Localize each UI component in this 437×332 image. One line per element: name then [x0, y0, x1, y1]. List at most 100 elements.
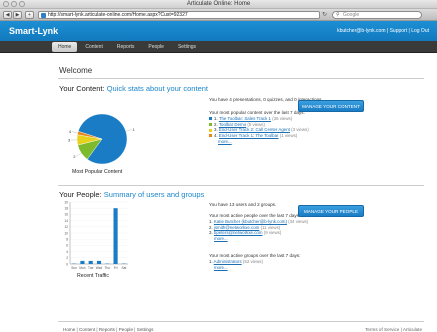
pie-leader-line [71, 131, 78, 134]
y-tick-label: 20 [64, 200, 68, 204]
person-link[interactable]: bpeters@networkxe.com [214, 230, 263, 235]
content-section-subtitle: Quick stats about your content [106, 84, 208, 93]
back-arrow-icon[interactable]: ◀ [3, 11, 12, 19]
content-link[interactable]: Toolbar Demo [219, 122, 246, 127]
support-link[interactable]: Support [390, 28, 408, 34]
more-groups-link[interactable]: more... [214, 265, 263, 271]
main-nav: Home Content Reports People Settings [0, 41, 437, 53]
x-tick-label: Fri [114, 266, 118, 270]
view-count: (52 views) [241, 259, 263, 264]
left-gutter [0, 55, 52, 332]
pie-slice-label: 3 [68, 138, 71, 143]
y-tick-label: 12 [64, 225, 68, 229]
url-text: http://smart-lynk.articulate-online.com/… [48, 12, 188, 18]
footer-link-reports[interactable]: Reports [99, 327, 115, 332]
nav-reports[interactable]: Reports [111, 42, 141, 52]
search-placeholder: Google [343, 12, 360, 18]
footer-links: Terms of Service | Articulate [365, 327, 422, 332]
manage-content-button[interactable]: MANAGE YOUR CONTENT [298, 100, 364, 112]
brand-logo[interactable]: Smart-Lynk [9, 26, 58, 36]
y-tick-label: 0 [66, 262, 68, 266]
legend-swatch [209, 123, 212, 127]
separator: | [408, 28, 410, 34]
x-tick-label: Sun [71, 266, 77, 270]
footer-link[interactable]: Terms of Service [365, 327, 399, 332]
y-tick-label: 14 [64, 219, 68, 223]
view-count: (11 views) [259, 224, 281, 230]
active-group-item: 1. Administrators (52 views) [209, 259, 263, 265]
content-link[interactable]: The Toolbar: Sales Track 1 [219, 116, 271, 121]
content-section-label: Your Content: [59, 84, 105, 93]
footer-link-settings[interactable]: Settings [137, 327, 154, 332]
manage-people-button[interactable]: MANAGE YOUR PEOPLE [298, 205, 364, 217]
view-count: (36 views) [270, 116, 293, 121]
view-count: (1 views) [278, 133, 298, 139]
page-footer: Home | Content | Reports | People | Sett… [58, 321, 424, 332]
user-links: kbutcher@b-lynk.com | Support | Log Out [337, 28, 429, 34]
forward-arrow-icon[interactable]: ▶ [13, 11, 22, 19]
y-tick-label: 16 [64, 213, 68, 217]
nav-content[interactable]: Content [79, 42, 109, 52]
user-email-link[interactable]: kbutcher@b-lynk.com [337, 28, 385, 34]
pie-slice-label: 2 [73, 154, 76, 159]
nav-home[interactable]: Home [52, 42, 78, 52]
pie-leader-line [76, 152, 82, 157]
right-gutter [430, 55, 437, 332]
popular-content-pie-chart: 1 2 3 4 [68, 113, 135, 165]
x-tick-label: Thu [105, 266, 111, 270]
footer-nav: Home | Content | Reports | People | Sett… [63, 327, 153, 332]
bar-chart-caption: Recent Traffic [77, 273, 109, 279]
y-tick-label: 18 [64, 207, 68, 211]
person-link[interactable]: Katie Butcher (kbutcher@b-lynk.com) [214, 219, 287, 224]
legend-swatch [209, 128, 212, 132]
bar-fri [113, 208, 118, 264]
footer-link-home[interactable]: Home [63, 327, 75, 332]
bar-mon [80, 260, 85, 264]
nav-settings[interactable]: Settings [172, 42, 202, 52]
y-tick-label: 10 [64, 231, 68, 235]
main-content: Welcome Your Content: Quick stats about … [52, 55, 430, 332]
y-tick-label: 6 [66, 244, 68, 248]
divider [58, 78, 424, 79]
pie-slice-label: 1 [132, 127, 135, 132]
pie-slice-label: 4 [69, 129, 72, 134]
x-tick-label: Tue [88, 266, 94, 270]
content-link[interactable]: End-User Track 1: The Toolbar [219, 133, 279, 138]
address-bar[interactable]: http://smart-lynk.articulate-online.com/… [38, 11, 320, 19]
title-bar: Articulate Online: Home [0, 0, 437, 9]
bar-tue [88, 260, 93, 264]
separator: | [386, 28, 389, 34]
pie-chart-caption: Most Popular Content [72, 169, 123, 175]
favicon-icon [41, 13, 46, 18]
search-field[interactable]: ⚲ Google [332, 11, 422, 19]
browser-window: Articulate Online: Home ◀ ▶ + http://sma… [0, 0, 437, 332]
more-people-link[interactable]: more... [214, 236, 308, 242]
view-count: (3 views) [289, 127, 309, 133]
window-title: Articulate Online: Home [186, 1, 251, 7]
footer-link[interactable]: Articulate [403, 327, 422, 332]
y-tick-label: 8 [66, 238, 68, 242]
footer-link-people[interactable]: People [119, 327, 133, 332]
x-tick-label: Wed [96, 266, 103, 270]
content-section-title: Your Content: Quick stats about your con… [59, 84, 208, 93]
view-count: (5 views) [246, 121, 265, 127]
active-people-list: 1. Katie Butcher (kbutcher@b-lynk.com) (… [209, 219, 308, 242]
person-link[interactable]: jsmith@networkxe.com [214, 225, 259, 230]
logout-link[interactable]: Log Out [411, 28, 429, 34]
add-bookmark-icon[interactable]: + [25, 11, 34, 19]
content-link[interactable]: End-User Track 2: Call Center Agent [219, 127, 290, 132]
x-tick-label: Sat [121, 266, 126, 270]
y-tick-label: 4 [66, 250, 68, 254]
active-groups-list: 1. Administrators (52 views) more... [209, 259, 263, 270]
divider [58, 185, 424, 186]
site-header: Smart-Lynk kbutcher@b-lynk.com | Support… [0, 21, 437, 41]
reload-icon[interactable]: ↻ [322, 11, 327, 19]
footer-link-content[interactable]: Content [79, 327, 95, 332]
view-count: (9 views) [262, 230, 282, 236]
more-content-link[interactable]: more... [218, 139, 309, 145]
recent-traffic-bar-chart: 0 2 4 6 8 10 12 14 16 18 20 Sun Mon Tue Wed Thu Fri Sat [64, 200, 128, 270]
popular-content-item: 4. End-User Track 1: The Toolbar (1 view… [209, 133, 309, 139]
nav-people[interactable]: People [142, 42, 170, 52]
group-link[interactable]: Administrators [214, 259, 242, 264]
page-title: Welcome [59, 66, 93, 75]
